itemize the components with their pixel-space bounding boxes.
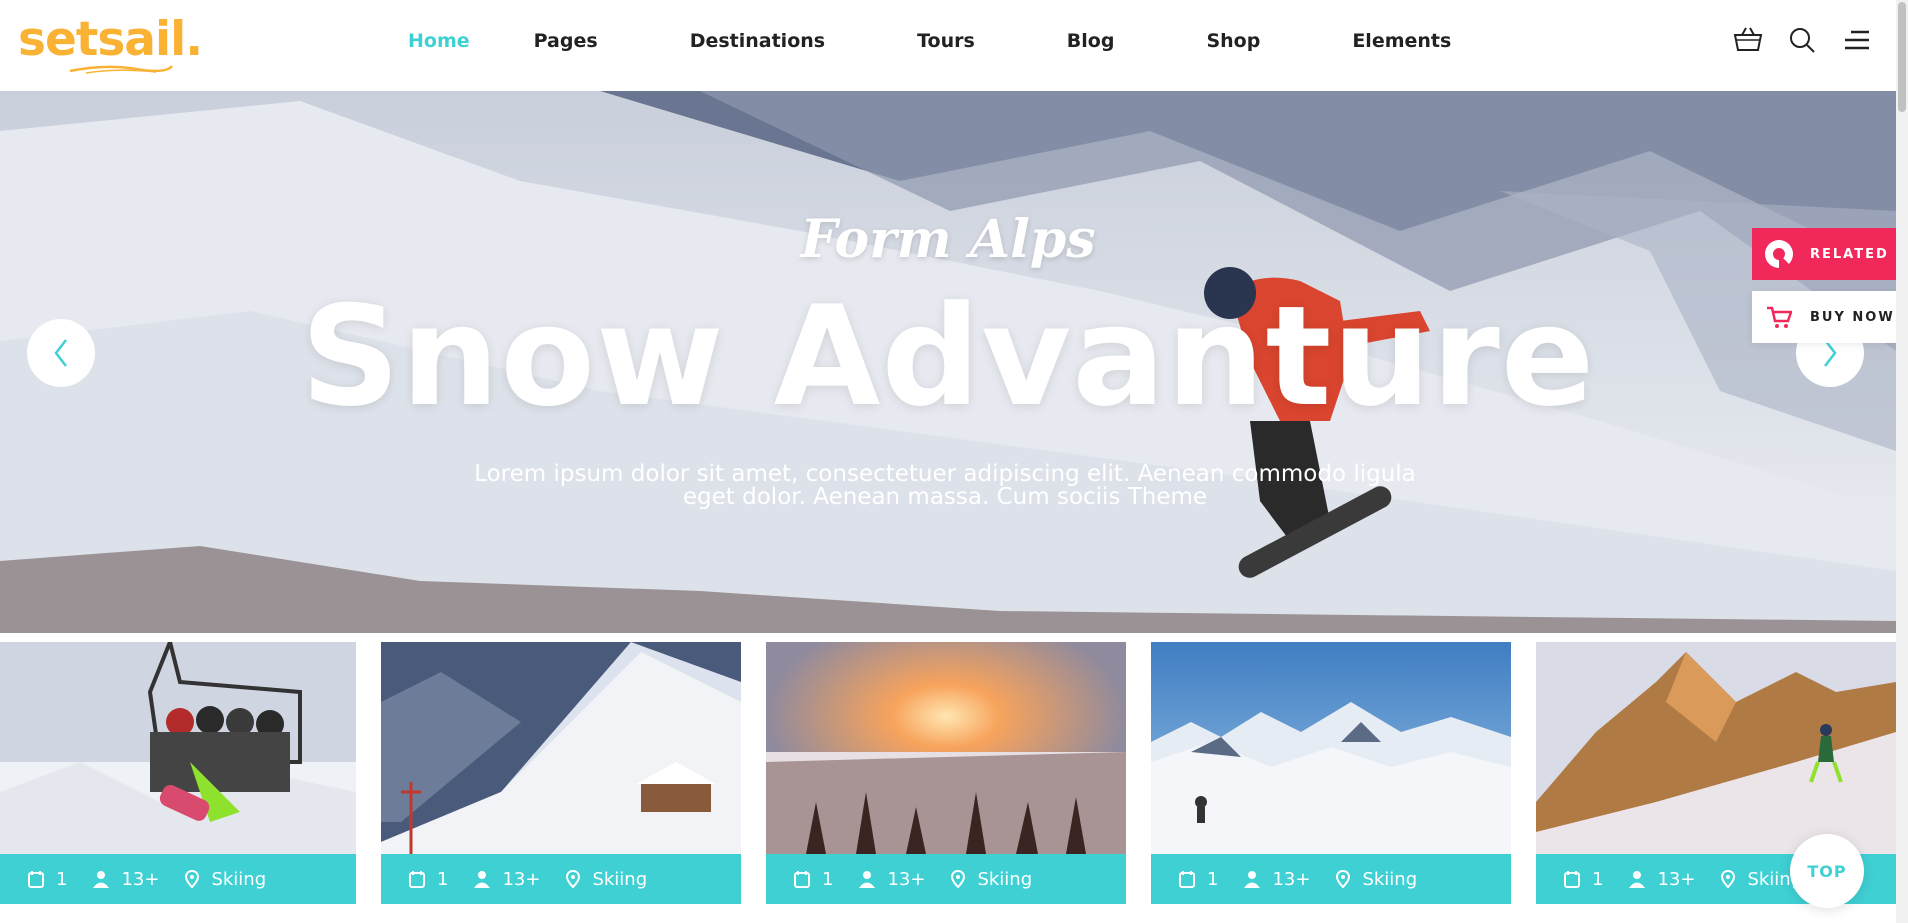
nav-item-destinations[interactable]: Destinations [690,30,825,52]
meta-people-value: 13+ [1272,868,1311,890]
user-icon [1244,871,1261,888]
related-button[interactable]: RELATED [1752,228,1896,280]
meta-days: 1 [409,869,448,890]
location-pin-icon [951,870,966,888]
user-icon [859,871,876,888]
meta-people: 13+ [1629,869,1695,890]
hero-script-text: Form Alps [800,209,1096,270]
buy-now-label: BUY NOW [1810,309,1895,325]
meta-activity-value: Skiing [1362,868,1418,890]
meta-activity: Skiing [566,869,647,890]
location-pin-icon [1336,870,1351,888]
meta-days-value: 1 [1592,868,1604,890]
meta-days: 1 [28,869,67,890]
meta-days-value: 1 [56,868,68,890]
calendar-icon [1564,871,1580,888]
tour-card-image[interactable] [1151,642,1511,854]
meta-people: 13+ [474,869,540,890]
meta-people-value: 13+ [887,868,926,890]
logo-swash-icon [69,65,173,74]
meta-people-value: 13+ [121,868,160,890]
tour-card-meta: 1 13+ Skiing [381,854,741,904]
meta-days: 1 [1564,869,1603,890]
location-pin-icon [1721,870,1736,888]
tour-card[interactable]: 1 13+ Skiing [381,642,741,904]
meta-activity-value: Skiing [211,868,267,890]
calendar-icon [409,871,425,888]
tour-card[interactable]: 1 13+ Skiing [0,642,356,904]
logo[interactable]: setsail. [18,8,218,74]
meta-activity: Skiing [185,869,266,890]
tour-card-meta: 1 13+ Skiing [1151,854,1511,904]
related-icon [1764,239,1794,269]
nav-item-tours[interactable]: Tours [917,30,975,52]
tour-card-meta: 1 13+ Skiing [0,854,356,904]
tour-card-image[interactable] [0,642,356,854]
nav-item-elements[interactable]: Elements [1352,30,1451,52]
nav-item-blog[interactable]: Blog [1067,30,1115,52]
meta-activity-value: Skiing [592,868,648,890]
meta-activity: Skiing [951,869,1032,890]
hero-slider: Form Alps Snow Advanture Lorem ipsum dol… [0,91,1896,633]
menu-icon[interactable] [1840,24,1872,56]
meta-people-value: 13+ [1657,868,1696,890]
buy-now-button[interactable]: BUY NOW [1752,291,1896,343]
nav-item-shop[interactable]: Shop [1206,30,1260,52]
scrollbar-thumb[interactable] [1898,2,1906,112]
meta-days-value: 1 [1207,868,1219,890]
hero-subtitle-line-1: Lorem ipsum dolor sit amet, consectetuer… [474,461,1416,487]
tour-cards: 1 13+ Skiing 1 13+ Skiing 1 13+ Skiing 1… [0,642,1896,923]
meta-activity-value: Skiing [977,868,1033,890]
location-pin-icon [566,870,581,888]
user-icon [1629,871,1646,888]
logo-text[interactable]: setsail. [18,12,203,67]
basket-icon[interactable] [1732,24,1764,56]
hero-title: Snow Advanture [300,276,1596,437]
tour-card[interactable]: 1 13+ Skiing [766,642,1126,904]
user-icon [93,871,110,888]
tour-card[interactable]: 1 13+ Skiing [1151,642,1511,904]
tour-card-image[interactable] [381,642,741,854]
calendar-icon [28,871,44,888]
related-label: RELATED [1810,246,1889,262]
main-nav: Home Pages Destinations Tours Blog Shop … [380,0,1451,82]
meta-people-value: 13+ [502,868,541,890]
meta-people: 13+ [1244,869,1310,890]
meta-days: 1 [794,869,833,890]
header-icons [1732,24,1872,56]
calendar-icon [1179,871,1195,888]
page-scrollbar[interactable] [1896,0,1908,923]
search-icon[interactable] [1786,24,1818,56]
tour-card-image[interactable] [766,642,1126,854]
nav-item-home[interactable]: Home [408,30,470,52]
user-icon [474,871,491,888]
hero-subtitle-line-2: eget dolor. Aenean massa. Cum sociis The… [682,484,1208,510]
tour-card-image[interactable] [1536,642,1896,854]
meta-people: 13+ [93,869,159,890]
tour-card-meta: 1 13+ Skiing [766,854,1126,904]
meta-days-value: 1 [822,868,834,890]
cart-icon [1764,302,1794,332]
back-to-top-button[interactable]: TOP [1790,834,1864,908]
calendar-icon [794,871,810,888]
slider-prev-button[interactable] [27,319,95,387]
site-header: setsail. Home Pages Destinations Tours B… [0,0,1896,91]
meta-people: 13+ [859,869,925,890]
chevron-left-icon [54,339,67,367]
hero-subtitle: Lorem ipsum dolor sit amet, consectetuer… [470,463,1420,509]
meta-activity: Skiing [1336,869,1417,890]
nav-item-pages[interactable]: Pages [534,30,598,52]
location-pin-icon [185,870,200,888]
meta-days: 1 [1179,869,1218,890]
meta-days-value: 1 [437,868,449,890]
